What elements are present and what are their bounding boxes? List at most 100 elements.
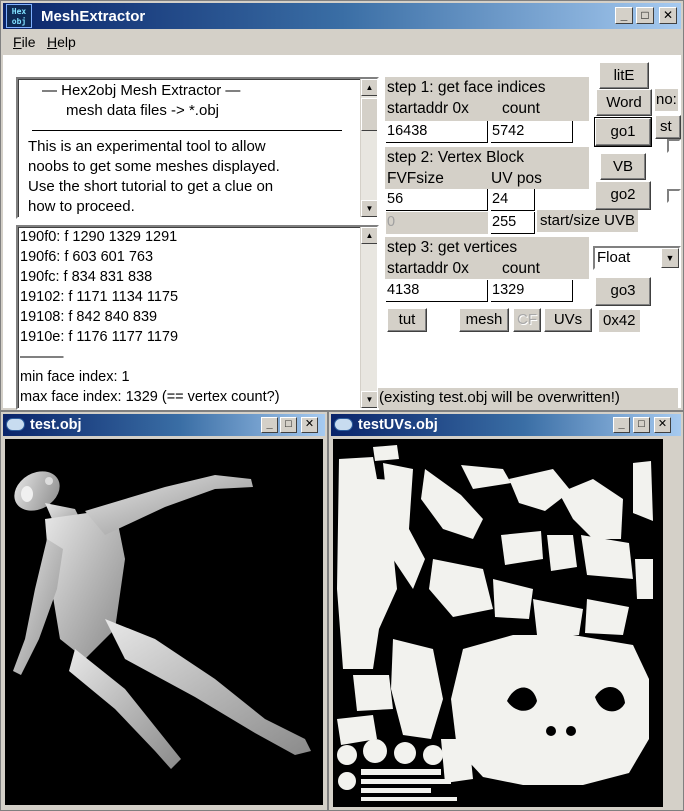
menu-help[interactable]: Help	[47, 34, 76, 50]
uv-map-figure	[337, 445, 653, 801]
log-line: 190f6: f 603 601 763	[20, 249, 154, 265]
maximize-button[interactable]: □	[633, 417, 650, 433]
mesh-figure	[13, 471, 311, 769]
info-heading: — Hex2obj Mesh Extractor —	[42, 82, 241, 99]
step1-count-label: count	[502, 100, 540, 117]
window-title: MeshExtractor	[41, 8, 146, 25]
minimize-button[interactable]: _	[261, 417, 278, 433]
fvf-size-input[interactable]: 56	[386, 189, 488, 211]
mesh-render-view[interactable]	[5, 439, 323, 805]
step1-count-input[interactable]: 5742	[491, 121, 573, 143]
step2-uv-label: UV pos	[491, 170, 542, 187]
close-button[interactable]: ✕	[654, 417, 671, 433]
main-window: Hex obj MeshExtractor _ □ ✕ File Help — …	[0, 0, 684, 411]
step3-addr-input[interactable]: 4138	[386, 280, 488, 302]
uv-pos-input[interactable]: 24	[491, 189, 535, 211]
minimize-button[interactable]: _	[615, 7, 633, 24]
info-textbox[interactable]: — Hex2obj Mesh Extractor — mesh data fil…	[16, 77, 379, 219]
app-icon: Hex obj	[6, 4, 32, 28]
go1-button[interactable]: go1	[594, 117, 652, 147]
step3-labels: startaddr 0x count	[387, 258, 589, 279]
checkbox-2[interactable]	[667, 189, 681, 203]
info-para-3: Use the short tutorial to get a clue on	[28, 178, 274, 195]
go2-button[interactable]: go2	[595, 181, 651, 210]
test-obj-window: test.obj _ □ ✕	[0, 411, 328, 811]
step1-addr-label: startaddr 0x	[387, 100, 469, 117]
float-select-value: Float	[597, 249, 631, 266]
step3-addr-label: startaddr 0x	[387, 260, 469, 277]
test-obj-titlebar[interactable]: test.obj _ □ ✕	[3, 414, 325, 436]
minimize-button[interactable]: _	[613, 417, 630, 433]
uvb-label: start/size UVB	[537, 210, 639, 232]
scroll-up-icon[interactable]: ▲	[361, 79, 377, 96]
log-line: 1910e: f 1176 1177 1179	[20, 329, 179, 345]
info-para-2: noobs to get some meshes displayed.	[28, 158, 280, 175]
float-select[interactable]: Float ▼	[593, 246, 681, 270]
menu-file[interactable]: File	[13, 34, 36, 50]
menubar: File Help	[3, 31, 681, 53]
log-textbox[interactable]: 190f0: f 1290 1329 1291 190f6: f 603 601…	[16, 225, 379, 410]
test-obj-title: test.obj	[30, 417, 82, 433]
uv-render-view[interactable]	[333, 439, 663, 807]
step3-count-label: count	[502, 260, 540, 277]
client-area: — Hex2obj Mesh Extractor — mesh data fil…	[3, 55, 681, 410]
log-line: min face index: 1	[20, 369, 130, 385]
main-titlebar[interactable]: Hex obj MeshExtractor _ □ ✕	[3, 3, 681, 29]
log-line: 190f0: f 1290 1329 1291	[20, 229, 178, 245]
log-line: ———	[20, 349, 64, 365]
step1-panel: step 1: get face indices startaddr 0x cou…	[385, 77, 589, 121]
step1-labels: startaddr 0x count	[387, 98, 589, 119]
window-icon	[6, 418, 25, 431]
step3-count-input[interactable]: 1329	[491, 280, 573, 302]
test-uvs-window: testUVs.obj _ □ ✕	[328, 411, 684, 811]
log-line: 190fc: f 834 831 838	[20, 269, 153, 285]
step1-addr-input[interactable]: 16438	[386, 121, 488, 143]
info-subheading: mesh data files -> *.obj	[66, 102, 219, 119]
close-button[interactable]: ✕	[659, 7, 677, 24]
step2-fvf-label: FVFsize	[387, 170, 444, 187]
info-divider	[32, 130, 342, 131]
clipped-label-1: no:	[655, 89, 678, 111]
info-para-4: how to proceed.	[28, 198, 135, 215]
app-icon-text-1: Hex	[11, 7, 27, 16]
close-button[interactable]: ✕	[301, 417, 318, 433]
test-uvs-title: testUVs.obj	[358, 417, 438, 433]
step2-panel: step 2: Vertex Block FVFsize UV pos	[385, 147, 589, 189]
log-scrollbar[interactable]: ▲ ▼	[360, 227, 377, 408]
mesh-button[interactable]: mesh	[459, 308, 509, 332]
tut-button[interactable]: tut	[387, 308, 427, 332]
scroll-thumb[interactable]	[361, 98, 377, 131]
step2-title: step 2: Vertex Block	[387, 149, 524, 166]
go3-button[interactable]: go3	[595, 277, 651, 306]
log-line: 19102: f 1171 1134 1175	[20, 289, 179, 305]
uvb-start-input[interactable]: 0	[386, 212, 488, 234]
maximize-button[interactable]: □	[280, 417, 297, 433]
step3-panel: step 3: get vertices startaddr 0x count	[385, 237, 589, 279]
hex-value-label: 0x42	[599, 310, 640, 332]
log-line: max face index: 1329 (== vertex count?)	[20, 389, 280, 405]
clipped-button[interactable]: st	[655, 115, 681, 139]
lite-button[interactable]: litE	[599, 62, 649, 89]
scroll-up-icon[interactable]: ▲	[361, 227, 377, 244]
vb-button[interactable]: VB	[600, 153, 646, 180]
scroll-down-icon[interactable]: ▼	[361, 391, 377, 408]
chevron-down-icon[interactable]: ▼	[661, 248, 679, 268]
info-para-1: This is an experimental tool to allow	[28, 138, 266, 155]
step1-title: step 1: get face indices	[387, 79, 546, 96]
maximize-button[interactable]: □	[636, 7, 654, 24]
checkbox-1[interactable]	[667, 139, 681, 153]
uvs-button[interactable]: UVs	[544, 308, 592, 332]
step2-labels: FVFsize UV pos	[387, 168, 589, 189]
window-icon	[334, 418, 353, 431]
scroll-down-icon[interactable]: ▼	[361, 200, 377, 217]
info-text: — Hex2obj Mesh Extractor — mesh data fil…	[28, 81, 353, 217]
app-icon-text-2: obj	[11, 17, 27, 26]
test-uvs-titlebar[interactable]: testUVs.obj _ □ ✕	[331, 414, 681, 436]
step3-title: step 3: get vertices	[387, 239, 518, 256]
cf-button[interactable]: CF	[513, 308, 541, 332]
status-label: (existing test.obj will be overwritten!)	[378, 388, 678, 408]
log-lines: 190f0: f 1290 1329 1291 190f6: f 603 601…	[20, 227, 357, 407]
info-scrollbar[interactable]: ▲ ▼	[360, 79, 377, 217]
word-button[interactable]: Word	[596, 89, 652, 116]
uvb-size-input[interactable]: 255	[491, 212, 535, 234]
